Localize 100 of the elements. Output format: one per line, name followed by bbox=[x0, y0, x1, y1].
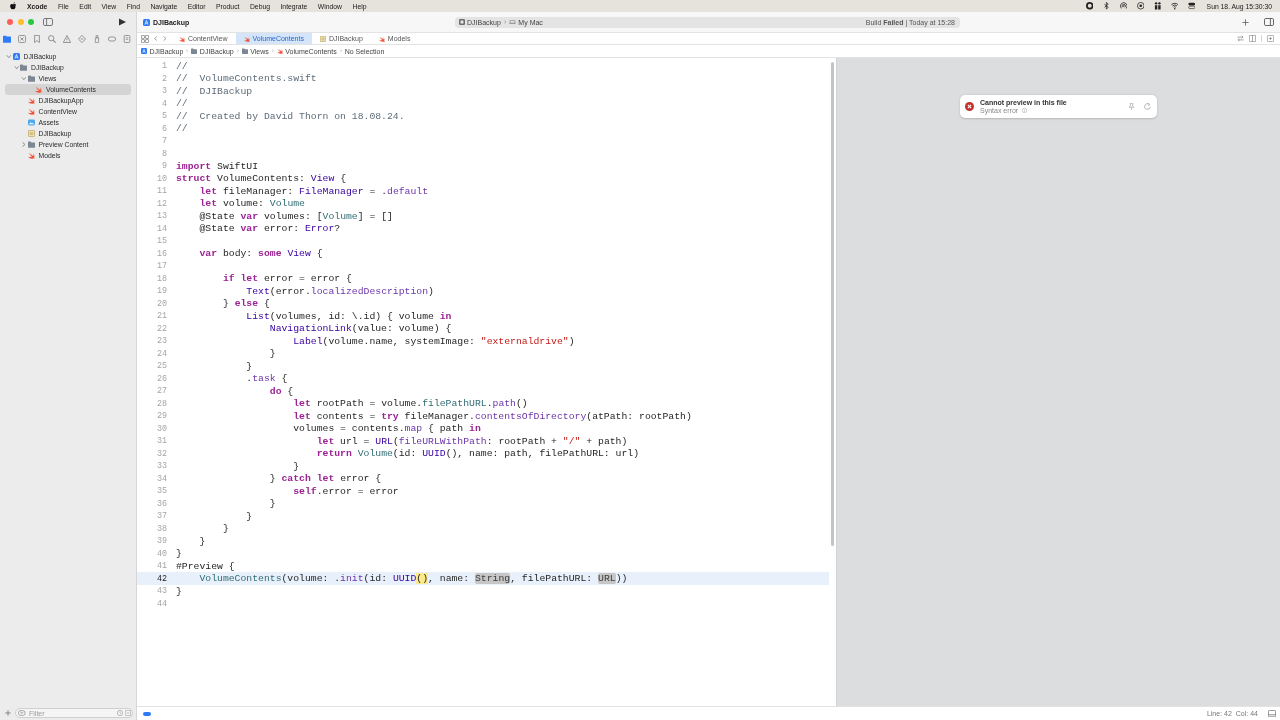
chevron-icon[interactable] bbox=[6, 54, 12, 59]
toggle-icon[interactable] bbox=[143, 711, 151, 716]
line-number: 2 bbox=[161, 73, 167, 84]
line-number: 42 bbox=[156, 573, 167, 584]
line-number: 32 bbox=[156, 448, 167, 459]
broadcast-icon[interactable] bbox=[1119, 2, 1128, 10]
code-line: struct VolumeContents: View { bbox=[176, 173, 346, 184]
forward-icon[interactable] bbox=[162, 36, 166, 41]
line-number: 31 bbox=[156, 436, 167, 446]
bookmark-icon[interactable] bbox=[33, 34, 41, 43]
code-line: do { bbox=[269, 385, 294, 397]
people-icon[interactable] bbox=[1153, 2, 1162, 10]
line-number: 1 bbox=[161, 61, 167, 71]
line-number: 20 bbox=[156, 298, 167, 309]
minimize-icon[interactable] bbox=[17, 19, 24, 25]
square-icon bbox=[459, 19, 465, 25]
code-line: let rootPath = volume.filePathURL.path() bbox=[293, 398, 528, 409]
x-square-icon[interactable] bbox=[18, 34, 26, 43]
chevron-icon[interactable] bbox=[14, 65, 19, 70]
code-line: @State var volumes: [Volume] = [] bbox=[199, 210, 393, 222]
sidebar-icon[interactable] bbox=[43, 18, 53, 26]
arrows-icon[interactable] bbox=[1237, 35, 1244, 42]
folder-icon[interactable] bbox=[3, 34, 11, 43]
capsule-icon[interactable] bbox=[108, 34, 116, 43]
grid-icon[interactable] bbox=[141, 34, 149, 43]
maximize-icon[interactable] bbox=[28, 19, 34, 25]
line-number: 4 bbox=[161, 98, 167, 109]
split-view-icon[interactable] bbox=[1249, 35, 1256, 42]
wifi-icon[interactable] bbox=[1170, 2, 1179, 10]
folder-icon bbox=[27, 141, 35, 148]
bottom-panel-icon[interactable] bbox=[1268, 709, 1276, 718]
line-number: 37 bbox=[156, 511, 167, 521]
line-number: 26 bbox=[156, 373, 167, 384]
minus-square-icon[interactable] bbox=[124, 710, 131, 716]
clock-icon[interactable] bbox=[117, 710, 123, 716]
search-icon[interactable] bbox=[48, 34, 56, 43]
bird-icon bbox=[27, 97, 35, 104]
code-line: if let error = error { bbox=[222, 273, 352, 284]
line-number: 19 bbox=[156, 286, 167, 296]
picture-icon bbox=[27, 119, 35, 126]
warning-icon[interactable] bbox=[63, 34, 71, 43]
line-number: 23 bbox=[156, 336, 167, 346]
line-number: 11 bbox=[156, 186, 167, 196]
diamond-icon[interactable] bbox=[78, 34, 86, 43]
back-icon[interactable] bbox=[154, 36, 158, 41]
chevron-icon[interactable] bbox=[21, 76, 27, 81]
line-number: 17 bbox=[156, 261, 167, 271]
code-line: List(volumes, id: \.id) { volume in bbox=[246, 310, 452, 322]
code-line: } else { bbox=[222, 298, 270, 309]
bird-icon bbox=[276, 48, 283, 54]
bird-icon bbox=[35, 86, 42, 93]
play-icon[interactable] bbox=[119, 18, 126, 26]
code-line: Label(volume.name, systemImage: "externaldrive") bbox=[293, 335, 575, 347]
chevron-icon[interactable] bbox=[22, 142, 26, 147]
line-number: 43 bbox=[156, 586, 167, 596]
code-line: // Created by David Thorn on 18.08.24. bbox=[176, 110, 405, 122]
folder-icon bbox=[27, 75, 35, 82]
close-icon[interactable] bbox=[7, 19, 13, 25]
code-line: } bbox=[176, 548, 182, 559]
bird-icon bbox=[27, 152, 35, 159]
apple-icon[interactable] bbox=[10, 2, 17, 10]
line-number: 38 bbox=[156, 523, 167, 534]
line-number: 15 bbox=[156, 236, 167, 246]
refresh-icon[interactable] bbox=[1144, 103, 1151, 110]
code-line: @State var error: Error? bbox=[199, 223, 341, 234]
folder-icon bbox=[191, 48, 198, 54]
line-number: 41 bbox=[156, 561, 167, 571]
laptop-icon bbox=[509, 19, 517, 25]
code-line: let contents = try fileManager.contentsOfDirectory(atPath: rootPath) bbox=[293, 410, 692, 422]
plus-icon[interactable] bbox=[5, 710, 11, 716]
plus-icon[interactable] bbox=[1242, 18, 1249, 26]
code-line: var body: some View { bbox=[199, 248, 323, 259]
code-line: import SwiftUI bbox=[176, 160, 259, 172]
folder-icon bbox=[241, 48, 248, 54]
line-number: 18 bbox=[156, 273, 167, 284]
spray-can-icon[interactable] bbox=[93, 34, 101, 43]
toggles-icon[interactable] bbox=[1187, 2, 1196, 10]
add-square-icon[interactable] bbox=[1267, 35, 1274, 42]
line-number: 27 bbox=[156, 386, 167, 396]
pin-icon[interactable] bbox=[1128, 103, 1135, 110]
ring-icon[interactable] bbox=[1085, 2, 1094, 10]
target-icon[interactable] bbox=[1136, 2, 1145, 10]
code-line: } bbox=[246, 360, 253, 372]
code-line: // DJIBackup bbox=[176, 85, 253, 97]
bluetooth-icon[interactable] bbox=[1102, 2, 1111, 10]
app-icon bbox=[143, 18, 150, 26]
page-icon[interactable] bbox=[123, 34, 131, 43]
line-number: 25 bbox=[156, 361, 167, 371]
scrollbar[interactable] bbox=[830, 62, 835, 546]
code-line: Text(error.localizedDescription) bbox=[246, 285, 434, 297]
line-number: 30 bbox=[156, 423, 167, 434]
line-number: 39 bbox=[156, 536, 167, 546]
line-number: 40 bbox=[156, 548, 167, 559]
code-line: // VolumeContents.swift bbox=[176, 73, 317, 84]
panel-icon[interactable] bbox=[1264, 18, 1274, 26]
code-line: } bbox=[199, 535, 206, 547]
info-icon[interactable] bbox=[1022, 108, 1028, 113]
code-line: } bbox=[293, 460, 300, 472]
line-number: 9 bbox=[161, 161, 167, 171]
bird-icon bbox=[27, 108, 35, 115]
